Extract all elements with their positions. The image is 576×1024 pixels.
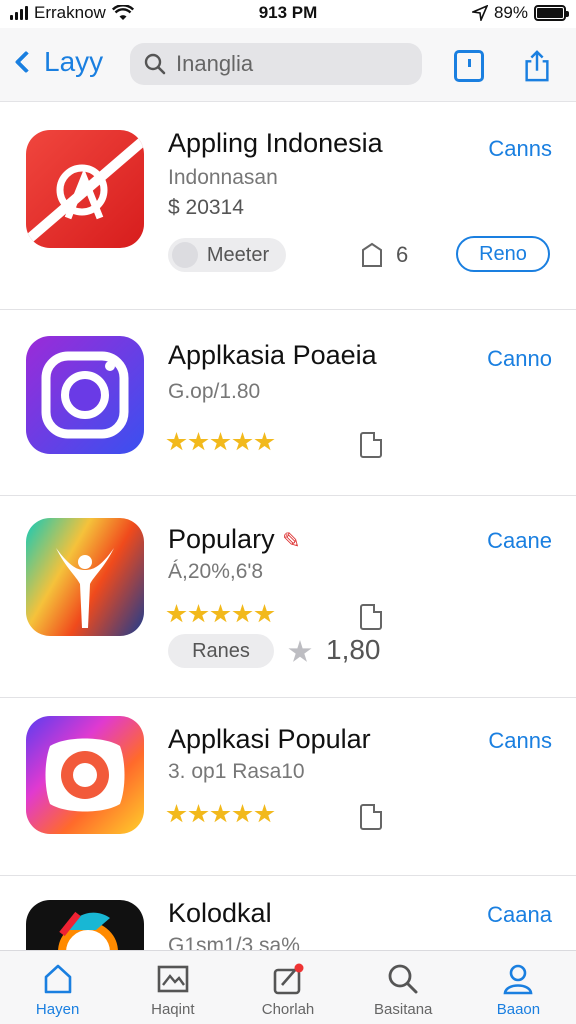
star-rating (166, 604, 275, 624)
status-bar: Erraknow 913 PM 89% (0, 0, 576, 28)
person-icon (503, 964, 533, 995)
tab-label: Basitana (374, 1001, 433, 1018)
tab-profile[interactable]: Baaon (461, 951, 576, 1024)
star-icon (188, 432, 209, 451)
list-item[interactable]: Kolodkal G1sm1/3 sa% Caana (0, 876, 576, 1018)
app-icon-appling[interactable] (26, 130, 144, 248)
search-icon (144, 53, 166, 75)
battery-percent: 89% (493, 3, 528, 22)
star-icon (210, 604, 231, 623)
share-icon[interactable] (522, 50, 552, 82)
tab-home[interactable]: Hayen (0, 951, 115, 1024)
tag-icon (362, 242, 382, 267)
app-name: Kolodkal (168, 898, 272, 928)
location-arrow-icon (471, 5, 488, 21)
list-item[interactable]: Applkasi Popular 3. op1 Rasa10 Canns (0, 698, 576, 876)
logo-mark (41, 351, 129, 439)
document-icon (360, 804, 382, 830)
app-list: Appling Indonesia Indonnasan $ 20314 Can… (0, 102, 576, 1018)
star-icon (188, 804, 209, 823)
tab-bar: Hayen Haqint Chorlah Basitana Baaon (0, 950, 576, 1024)
get-button[interactable]: Canno (487, 346, 552, 372)
star-icon (166, 804, 187, 823)
document-icon (360, 432, 382, 458)
edit-icon (273, 963, 304, 995)
app-name: Appling Indonesia (168, 128, 383, 158)
app-subtitle: 3. op1 Rasa10 (168, 760, 305, 783)
app-name-text: Populary (168, 524, 275, 554)
app-icon-populary[interactable] (26, 518, 144, 636)
list-item[interactable]: Populary ✎ Á,20%,6'8 Caane Ranes 1,80 (0, 496, 576, 698)
star-icon (254, 604, 275, 623)
app-price: $ 20314 (168, 196, 244, 219)
star-icon (188, 604, 209, 623)
image-icon (157, 965, 189, 993)
tab-gallery[interactable]: Haqint (115, 951, 230, 1024)
get-button[interactable]: Caana (487, 902, 552, 928)
star-icon (210, 432, 231, 451)
star-rating (166, 432, 275, 452)
tab-label: Haqint (151, 1001, 195, 1018)
tab-label: Hayen (35, 1001, 80, 1018)
app-icon-applkasi-popular[interactable] (26, 716, 144, 834)
logo-mark (26, 136, 144, 242)
tab-label: Chorlah (261, 1001, 315, 1018)
search-input[interactable] (176, 51, 396, 77)
app-name: Applkasi Popular (168, 724, 371, 754)
get-button[interactable]: Caane (487, 528, 552, 554)
star-icon (254, 804, 275, 823)
pill-avatar (172, 242, 198, 268)
bookmark-icon[interactable] (454, 50, 484, 82)
status-right: 89% (471, 3, 569, 23)
badminton-icon: ✎ (282, 528, 301, 553)
back-label: Layy (44, 46, 104, 77)
star-icon (254, 432, 275, 451)
star-icon (232, 604, 253, 623)
reno-button[interactable]: Reno (456, 236, 550, 272)
tab-create[interactable]: Chorlah (230, 951, 345, 1024)
battery-icon (534, 5, 569, 21)
star-rating (166, 804, 275, 824)
star-icon (210, 804, 231, 823)
logo-mark (56, 548, 114, 628)
app-subtitle: Indonnasan (168, 166, 278, 189)
download-count: 6 (396, 242, 409, 267)
logo-mark (45, 738, 125, 812)
app-icon-applkasia[interactable] (26, 336, 144, 454)
app-name: Applkasia Poaeia (168, 340, 377, 370)
tab-search[interactable]: Basitana (346, 951, 461, 1024)
tab-label: Baaon (496, 1001, 541, 1018)
star-icon (166, 604, 187, 623)
star-icon (166, 432, 187, 451)
chevron-left-icon (14, 50, 38, 74)
document-icon (360, 604, 382, 630)
star-icon (232, 432, 253, 451)
list-item[interactable]: Applkasia Poaeia G.op/1.80 Canno (0, 310, 576, 496)
star-icon (232, 804, 253, 823)
app-subtitle: Á,20%,6'8 (168, 560, 264, 583)
back-button[interactable]: Layy (12, 46, 103, 78)
list-item[interactable]: Appling Indonesia Indonnasan $ 20314 Can… (0, 102, 576, 310)
category-pill[interactable]: Meeter (168, 238, 286, 272)
get-button[interactable]: Canns (488, 136, 552, 162)
star-icon (288, 640, 312, 662)
rating-count: 1,80 (326, 634, 381, 665)
navigation-bar: Layy (0, 28, 576, 102)
get-button[interactable]: Canns (488, 728, 552, 754)
search-bar[interactable] (130, 43, 422, 85)
home-icon (44, 964, 71, 994)
search-icon (388, 964, 418, 994)
app-name: Populary ✎ (168, 524, 301, 555)
category-pill[interactable]: Ranes (168, 634, 274, 668)
app-subtitle: G.op/1.80 (168, 380, 261, 403)
